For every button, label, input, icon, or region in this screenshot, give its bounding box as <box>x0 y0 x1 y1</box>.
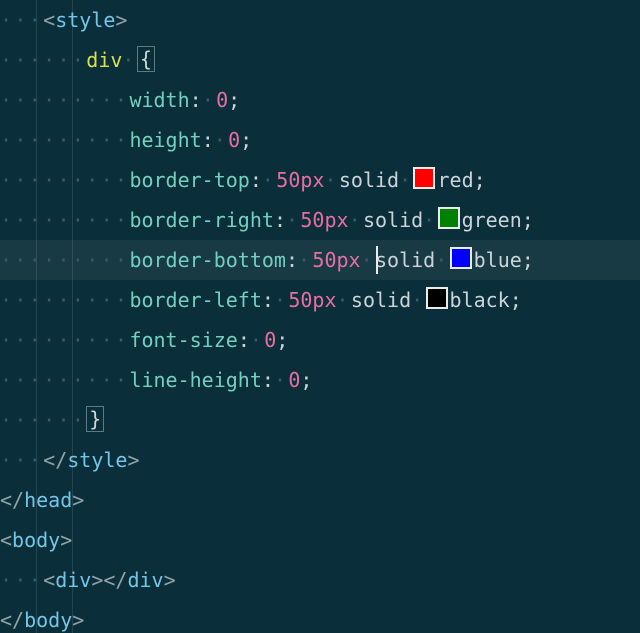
css-property: font-size <box>129 328 237 352</box>
css-value: 0 <box>288 368 300 392</box>
code-line[interactable]: <body> <box>0 520 640 560</box>
css-value: 0 <box>228 128 240 152</box>
css-property: border-bottom <box>129 248 286 272</box>
tag-style-open: style <box>55 8 115 32</box>
code-line[interactable]: ·········line-height:·0; <box>0 360 640 400</box>
code-line[interactable]: ···<style> <box>0 0 640 40</box>
code-line[interactable]: ······div·{ <box>0 40 640 80</box>
color-swatch-icon <box>438 207 460 229</box>
css-property: width <box>129 88 189 112</box>
css-property: line-height <box>129 368 261 392</box>
code-line[interactable]: ···<div></div> <box>0 560 640 600</box>
tag-div-close: div <box>127 568 163 592</box>
whitespace: ··· <box>0 8 43 32</box>
css-value: 0 <box>216 88 228 112</box>
brace-open: { <box>137 46 155 72</box>
whitespace: ······ <box>0 48 86 72</box>
code-line[interactable]: ·········border-left:·50px·solid·black; <box>0 280 640 320</box>
code-line[interactable]: ·········border-top:·50px·solid·red; <box>0 160 640 200</box>
code-line[interactable]: </body> <box>0 600 640 633</box>
code-line[interactable]: ······} <box>0 400 640 440</box>
code-line[interactable]: ·········width:·0; <box>0 80 640 120</box>
css-selector: div <box>86 48 122 72</box>
css-color: red <box>437 168 473 192</box>
css-property: height <box>129 128 201 152</box>
code-line-active[interactable]: ·········border-bottom:·50px·solid·blue; <box>0 240 640 280</box>
tag-head-close: head <box>24 488 72 512</box>
css-property: border-right <box>129 208 274 232</box>
code-line[interactable]: ·········border-right:·50px·solid·green; <box>0 200 640 240</box>
tag-div-open: div <box>55 568 91 592</box>
css-color: green <box>462 208 522 232</box>
code-line[interactable]: ···</style> <box>0 440 640 480</box>
css-property: border-left <box>129 288 261 312</box>
code-line[interactable]: ·········font-size:·0; <box>0 320 640 360</box>
color-swatch-icon <box>450 247 472 269</box>
tag-style-close: style <box>67 448 127 472</box>
code-line[interactable]: ·········height:·0; <box>0 120 640 160</box>
css-property: border-top <box>129 168 249 192</box>
tag-body-close: body <box>24 608 72 632</box>
css-value: 0 <box>264 328 276 352</box>
color-swatch-icon <box>413 167 435 189</box>
code-line[interactable]: </head> <box>0 480 640 520</box>
code-editor[interactable]: ···<style> ······div·{ ·········width:·0… <box>0 0 640 633</box>
tag-body-open: body <box>12 528 60 552</box>
brace-close: } <box>86 406 104 432</box>
css-color: blue <box>474 248 522 272</box>
text-cursor <box>376 246 378 274</box>
color-swatch-icon <box>426 287 448 309</box>
css-color: black <box>450 288 510 312</box>
